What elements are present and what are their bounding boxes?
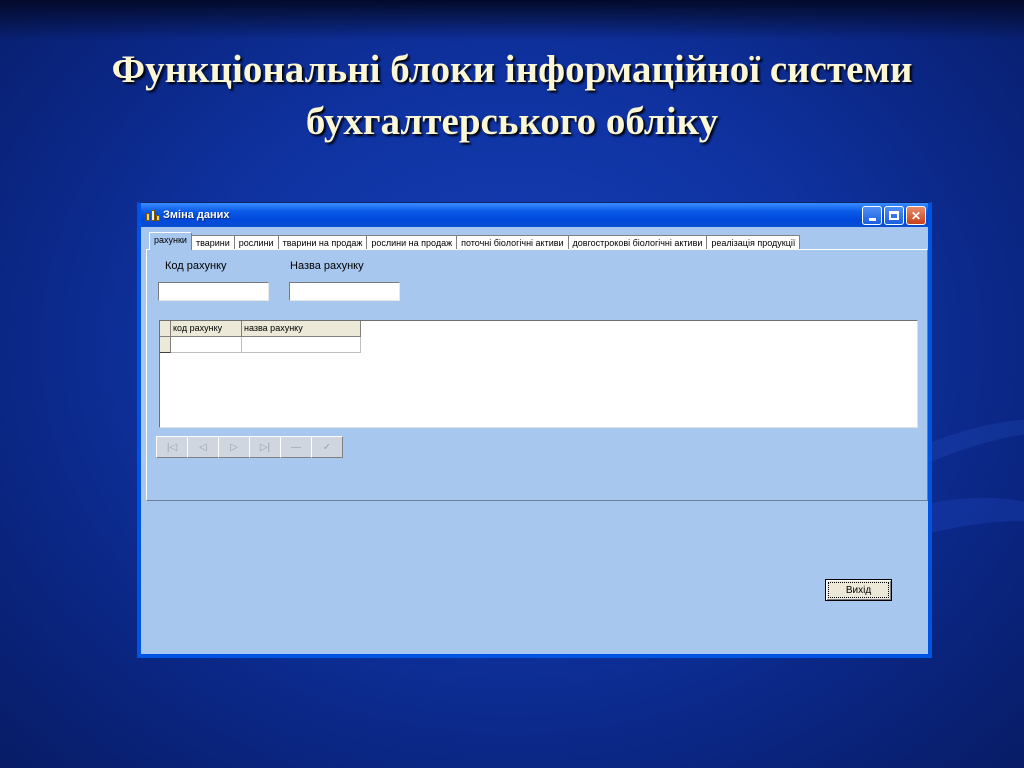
account-name-label: Назва рахунку xyxy=(290,260,364,272)
slide-title-line1: Функціональні блоки інформаційної систем… xyxy=(111,48,913,91)
slide-top-band xyxy=(0,0,1024,40)
tab-plants[interactable]: рослини xyxy=(233,235,279,250)
tab-animals[interactable]: тварини xyxy=(190,235,235,250)
nav-post-button[interactable]: ✓ xyxy=(311,436,343,458)
minimize-icon xyxy=(868,218,876,221)
tab-current-bio-assets[interactable]: поточні біологічні активи xyxy=(456,235,569,250)
exit-button[interactable]: Вихід xyxy=(825,579,892,601)
row-indicator[interactable] xyxy=(160,337,171,353)
tab-plants-for-sale[interactable]: рослини на продаж xyxy=(366,235,458,250)
tab-strip: рахунки тварини рослини тварини на прода… xyxy=(149,232,801,250)
nav-next-button[interactable]: ▷ xyxy=(218,436,250,458)
nav-last-button[interactable]: ▷| xyxy=(249,436,281,458)
grid-column-header[interactable]: назва рахунку xyxy=(242,321,361,337)
app-icon xyxy=(146,209,160,221)
tab-accounts[interactable]: рахунки xyxy=(149,232,192,250)
window-title: Зміна даних xyxy=(163,209,230,221)
nav-prior-button[interactable]: ◁ xyxy=(187,436,219,458)
edit-data-window: Зміна даних ✕ рахунки тварини рослини тв… xyxy=(137,202,932,658)
account-code-label: Код рахунку xyxy=(165,260,227,272)
grid-cell[interactable] xyxy=(171,337,242,353)
grid-column-header[interactable]: код рахунку xyxy=(171,321,242,337)
delete-icon: — xyxy=(291,441,301,453)
tab-animals-for-sale[interactable]: тварини на продаж xyxy=(277,235,368,250)
account-name-input[interactable] xyxy=(289,282,400,301)
close-icon: ✕ xyxy=(910,208,922,223)
maximize-icon xyxy=(889,211,899,220)
grid-header: код рахунку назва рахунку xyxy=(160,321,361,337)
account-code-input[interactable] xyxy=(158,282,269,301)
post-icon: ✓ xyxy=(322,441,332,453)
first-icon: |◁ xyxy=(166,441,178,453)
close-button[interactable]: ✕ xyxy=(906,206,926,225)
accounts-grid[interactable]: код рахунку назва рахунку xyxy=(159,320,918,428)
grid-indicator-header xyxy=(160,321,171,337)
next-icon: ▷ xyxy=(230,441,238,453)
minimize-button[interactable] xyxy=(862,206,882,225)
table-row[interactable] xyxy=(160,337,361,353)
accounts-tab-panel: Код рахунку Назва рахунку код рахунку на… xyxy=(146,249,928,501)
window-titlebar[interactable]: Зміна даних ✕ xyxy=(141,203,928,227)
grid-cell[interactable] xyxy=(242,337,361,353)
slide-title-line2: бухгалтерського обліку xyxy=(305,100,719,143)
maximize-button[interactable] xyxy=(884,206,904,225)
prior-icon: ◁ xyxy=(199,441,207,453)
tab-longterm-bio-assets[interactable]: довгострокові біологічні активи xyxy=(567,235,708,250)
tab-product-sales[interactable]: реалізація продукції xyxy=(706,235,801,250)
slide-title: Функціональні блоки інформаційної систем… xyxy=(0,44,1024,148)
nav-delete-button[interactable]: — xyxy=(280,436,312,458)
last-icon: ▷| xyxy=(259,441,271,453)
nav-first-button[interactable]: |◁ xyxy=(156,436,188,458)
db-navigator: |◁ ◁ ▷ ▷| — ✓ xyxy=(156,436,343,458)
